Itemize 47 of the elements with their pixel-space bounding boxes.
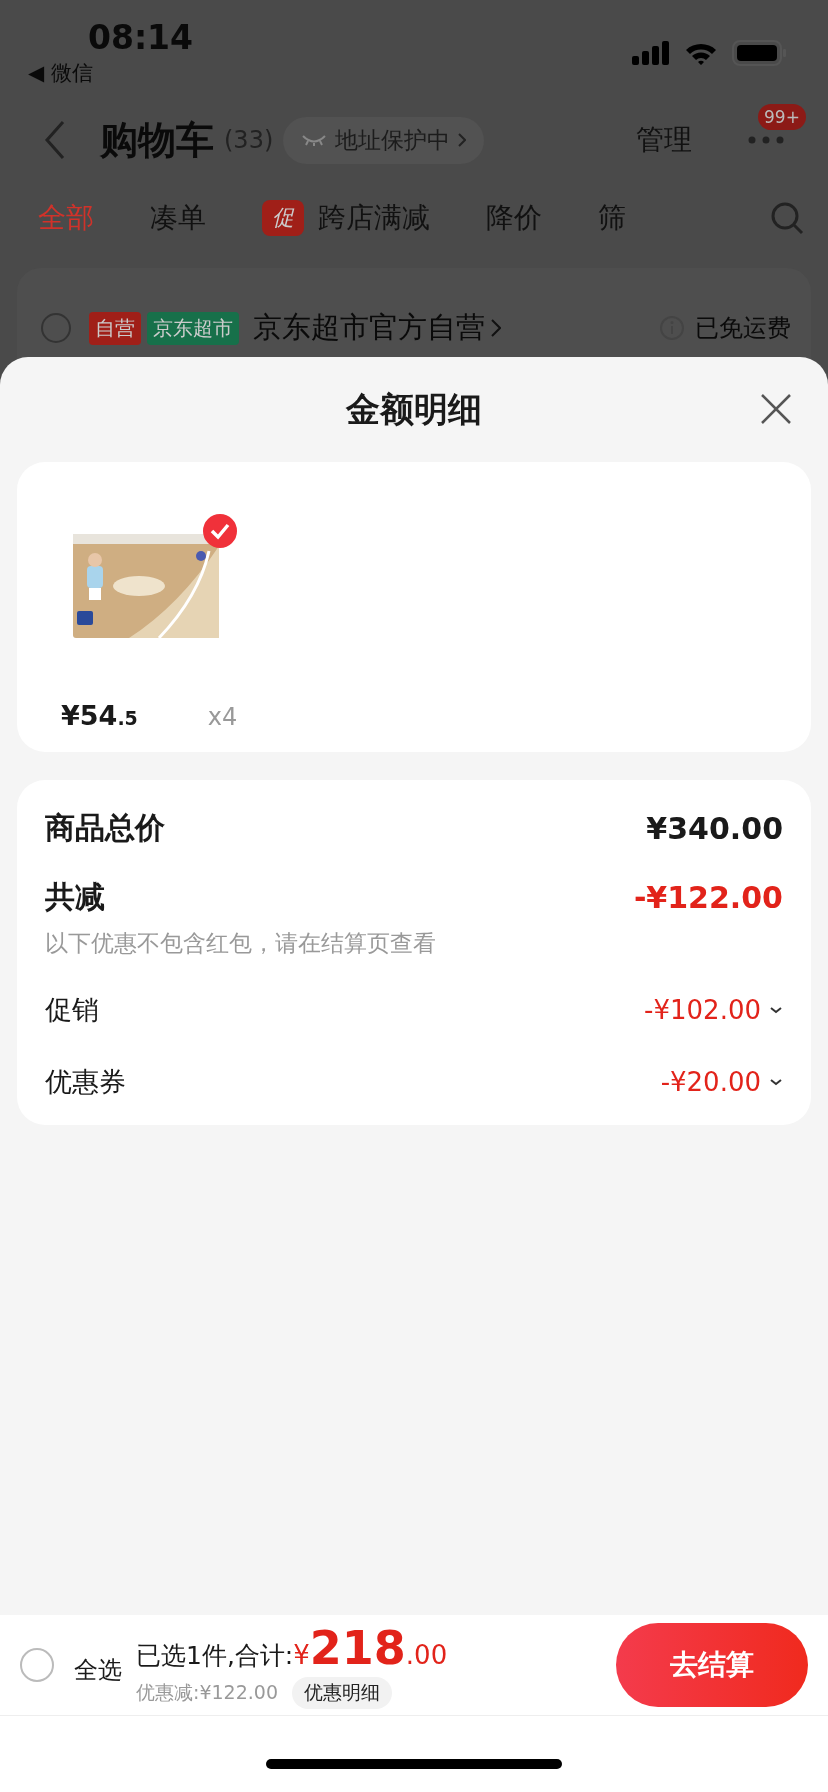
discount-summary: 优惠减:¥122.00 bbox=[136, 1680, 278, 1705]
discount-value: -¥20.00 bbox=[660, 1067, 761, 1097]
more-icon[interactable] bbox=[748, 136, 784, 144]
chevron-down-icon[interactable] bbox=[769, 1006, 783, 1014]
reduction-note: 以下优惠不包含红包，请在结算页查看 bbox=[45, 929, 437, 958]
promo-tag: 促 bbox=[262, 200, 304, 236]
status-time: 08:14 bbox=[88, 18, 194, 58]
total-amount: ¥218.00 bbox=[293, 1621, 448, 1675]
discount-detail-button[interactable]: 优惠明细 bbox=[292, 1677, 392, 1709]
store-tag: 京东超市 bbox=[147, 311, 239, 345]
checkmark-icon[interactable] bbox=[203, 514, 237, 548]
shipping-info: 已免运费 bbox=[695, 313, 791, 344]
signal-icon bbox=[632, 41, 670, 65]
sheet-title: 金额明细 bbox=[346, 387, 482, 431]
close-icon[interactable] bbox=[760, 393, 792, 425]
total-value: ¥340.00 bbox=[646, 811, 783, 846]
store-name[interactable]: 京东超市官方自营 bbox=[253, 308, 485, 348]
back-to-app-link[interactable]: ◀ 微信 bbox=[28, 58, 194, 88]
product-quantity: x4 bbox=[207, 703, 238, 731]
discount-label: 促销 bbox=[45, 993, 99, 1027]
search-icon[interactable] bbox=[770, 201, 804, 235]
select-all-label[interactable]: 全选 bbox=[74, 1654, 122, 1686]
back-icon[interactable] bbox=[44, 120, 66, 160]
page-title: 购物车 bbox=[100, 116, 214, 164]
reduction-label: 共减 bbox=[45, 878, 105, 916]
filter-tab[interactable]: 筛 bbox=[598, 199, 626, 237]
chevron-right-icon bbox=[458, 133, 467, 147]
battery-icon bbox=[732, 40, 788, 66]
selection-summary: 已选1件,合计: bbox=[136, 1640, 294, 1672]
manage-button[interactable]: 管理 bbox=[630, 120, 698, 160]
product-price: ¥54.5 bbox=[61, 700, 138, 731]
discount-value: -¥102.00 bbox=[644, 995, 761, 1025]
filter-tab[interactable]: 全部 bbox=[38, 199, 94, 237]
notification-badge: 99+ bbox=[758, 104, 806, 130]
store-checkbox[interactable] bbox=[41, 313, 71, 343]
discount-label: 优惠券 bbox=[45, 1065, 126, 1099]
store-tag: 自营 bbox=[89, 311, 141, 345]
chevron-right-icon bbox=[491, 319, 501, 337]
checkout-button[interactable]: 去结算 bbox=[616, 1623, 808, 1707]
total-label: 商品总价 bbox=[45, 809, 165, 847]
chevron-down-icon[interactable] bbox=[769, 1078, 783, 1086]
reduction-value: -¥122.00 bbox=[633, 880, 783, 915]
filter-tab[interactable]: 降价 bbox=[486, 199, 542, 237]
select-all-checkbox[interactable] bbox=[20, 1648, 54, 1682]
filter-tab[interactable]: 促 跨店满减 bbox=[262, 199, 430, 237]
eye-closed-icon bbox=[301, 133, 328, 147]
filter-tab[interactable]: 凑单 bbox=[150, 199, 206, 237]
